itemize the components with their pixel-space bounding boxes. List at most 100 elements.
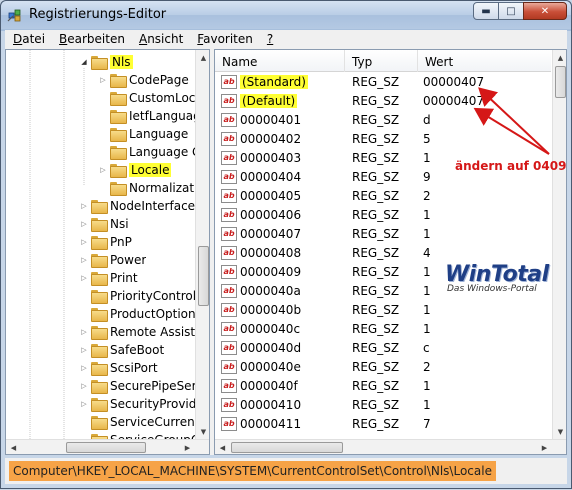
value-row[interactable]: ab 0000040e REG_SZ 2	[215, 358, 551, 376]
tree-item-label: CodePage	[129, 73, 189, 87]
tree-item-label: ScsiPort	[110, 361, 158, 375]
column-header-name[interactable]: Name	[215, 50, 345, 72]
collapsed-triangle-icon[interactable]: ▷	[79, 328, 89, 336]
collapsed-triangle-icon[interactable]: ▷	[79, 256, 89, 264]
tree-item[interactable]: ▷ SecurityProvide	[79, 395, 204, 413]
collapsed-triangle-icon[interactable]: ▷	[79, 400, 89, 408]
value-row[interactable]: ab 00000402 REG_SZ 5	[215, 130, 551, 148]
scroll-left-icon[interactable]: ◀	[215, 440, 230, 454]
collapsed-triangle-icon[interactable]: ▷	[79, 346, 89, 354]
tree-item[interactable]: ▷ Nsi	[79, 215, 129, 233]
scroll-up-icon[interactable]: ▲	[196, 50, 209, 65]
tree-hscroll-thumb[interactable]	[66, 442, 146, 453]
tree-item[interactable]: ▷ Locale	[98, 161, 172, 179]
tree-item[interactable]: Language G	[98, 143, 201, 161]
title-bar[interactable]: Registrierungs-Editor ▬ □ ✕	[1, 1, 571, 29]
key-tree-pane[interactable]: ◢ Nls ▷ CodePage CustomLoc IetfLanguag Languag…	[5, 49, 210, 455]
value-row[interactable]: ab 0000040f REG_SZ 1	[215, 377, 551, 395]
value-row[interactable]: ab 00000410 REG_SZ 1	[215, 396, 551, 414]
tree-item[interactable]: ▷ Remote Assista	[79, 323, 202, 341]
tree-item[interactable]: ▷ ScsiPort	[79, 359, 158, 377]
collapsed-triangle-icon[interactable]: ▷	[79, 202, 89, 210]
string-value-icon: ab	[221, 379, 237, 393]
value-list-pane[interactable]: Name Typ Wert ab (Standard) REG_SZ 00000407…	[214, 49, 567, 455]
tree-item[interactable]: ▷ CodePage	[98, 71, 189, 89]
collapsed-triangle-icon[interactable]: ▷	[79, 238, 89, 246]
tree-horizontal-scrollbar[interactable]: ◀ ▶	[6, 439, 209, 454]
menu-help[interactable]: ?	[259, 30, 279, 49]
tree-item[interactable]: PriorityControl	[79, 287, 196, 305]
menu-ansicht[interactable]: Ansicht	[131, 30, 189, 49]
list-scroll-thumb[interactable]	[555, 66, 566, 98]
collapsed-triangle-icon[interactable]: ▷	[98, 166, 108, 174]
string-value-icon: ab	[221, 170, 237, 184]
collapsed-triangle-icon[interactable]: ▷	[79, 364, 89, 372]
status-key-path: Computer\HKEY_LOCAL_MACHINE\SYSTEM\Curre…	[9, 461, 496, 481]
menu-datei[interactable]: Datei	[5, 30, 51, 49]
collapsed-triangle-icon[interactable]: ▷	[79, 382, 89, 390]
tree-item[interactable]: Language	[98, 125, 188, 143]
tree-item[interactable]: ▷ Power	[79, 251, 146, 269]
tree-item[interactable]: CustomLoc	[98, 89, 195, 107]
list-hscroll-thumb[interactable]	[231, 442, 343, 453]
folder-icon	[91, 326, 108, 340]
tree-item[interactable]: ▷ Print	[79, 269, 138, 287]
tree-item[interactable]: Normalizati	[98, 179, 197, 197]
string-value-icon: ab	[221, 113, 237, 127]
list-vertical-scrollbar[interactable]: ▲ ▼	[552, 50, 566, 439]
status-bar: Computer\HKEY_LOCAL_MACHINE\SYSTEM\Curre…	[5, 458, 567, 484]
value-type: REG_SZ	[352, 322, 400, 336]
tree-item[interactable]: ▷ SafeBoot	[79, 341, 164, 359]
tree-scroll-thumb[interactable]	[198, 246, 209, 306]
list-horizontal-scrollbar[interactable]: ◀ ▶	[215, 439, 566, 454]
minimize-button[interactable]: ▬	[473, 2, 499, 20]
value-row[interactable]: ab 00000406 REG_SZ 1	[215, 206, 551, 224]
value-row[interactable]: ab 00000405 REG_SZ 2	[215, 187, 551, 205]
collapsed-triangle-icon[interactable]: ▷	[98, 76, 108, 84]
menu-favoriten[interactable]: Favoriten	[189, 30, 259, 49]
scroll-down-icon[interactable]: ▼	[553, 424, 566, 439]
value-name-cell: ab 0000040f	[215, 379, 345, 393]
value-type: REG_SZ	[352, 246, 400, 260]
tree-vertical-scrollbar[interactable]: ▲ ▼	[195, 50, 209, 439]
tree-item[interactable]: ◢ Nls	[79, 53, 133, 71]
tree-item[interactable]: ▷ NodeInterfaces	[79, 197, 201, 215]
collapsed-triangle-icon[interactable]: ▷	[79, 220, 89, 228]
column-header-type[interactable]: Typ	[345, 50, 418, 72]
value-row[interactable]: ab 0000040b REG_SZ 1	[215, 301, 551, 319]
value-data: 1	[423, 208, 431, 222]
scroll-left-icon[interactable]: ◀	[6, 440, 21, 454]
scroll-down-icon[interactable]: ▼	[196, 424, 209, 439]
close-button[interactable]: ✕	[523, 2, 567, 20]
tree-item[interactable]: ▷ SecurePipeServ	[79, 377, 204, 395]
expanded-triangle-icon[interactable]: ◢	[79, 58, 89, 66]
tree-item[interactable]: ▷ PnP	[79, 233, 132, 251]
tree-item-label: CustomLoc	[129, 91, 196, 105]
tree-item[interactable]: IetfLanguag	[98, 107, 201, 125]
value-name-cell: ab 00000411	[215, 417, 345, 431]
value-row[interactable]: ab 0000040c REG_SZ 1	[215, 320, 551, 338]
value-type: REG_SZ	[352, 94, 400, 108]
menu-bearbeiten[interactable]: Bearbeiten	[51, 30, 131, 49]
folder-icon	[91, 362, 108, 376]
tree-item[interactable]: ProductOptions	[79, 305, 202, 323]
caption-buttons: ▬ □ ✕	[473, 2, 567, 20]
value-row[interactable]: ab 0000040d REG_SZ c	[215, 339, 551, 357]
value-row[interactable]: ab (Standard) REG_SZ 00000407	[215, 73, 551, 91]
column-header-value[interactable]: Wert	[418, 50, 551, 72]
collapsed-triangle-icon[interactable]: ▷	[79, 274, 89, 282]
tree-item[interactable]: ServiceCurrent	[79, 413, 199, 431]
scroll-right-icon[interactable]: ▶	[537, 440, 552, 454]
string-value-icon: ab	[221, 151, 237, 165]
scroll-right-icon[interactable]: ▶	[180, 440, 195, 454]
maximize-button[interactable]: □	[498, 2, 524, 20]
value-row[interactable]: ab 00000407 REG_SZ 1	[215, 225, 551, 243]
value-row[interactable]: ab 00000408 REG_SZ 4	[215, 244, 551, 262]
value-name-cell: ab 00000404	[215, 170, 345, 184]
scroll-up-icon[interactable]: ▲	[553, 50, 566, 65]
value-row[interactable]: ab 00000401 REG_SZ d	[215, 111, 551, 129]
wintotal-watermark: WinTotal Das Windows-Portal	[445, 262, 549, 294]
value-row[interactable]: ab (Default) REG_SZ 00000407	[215, 92, 551, 110]
string-value-icon: ab	[221, 360, 237, 374]
value-row[interactable]: ab 00000411 REG_SZ 7	[215, 415, 551, 433]
